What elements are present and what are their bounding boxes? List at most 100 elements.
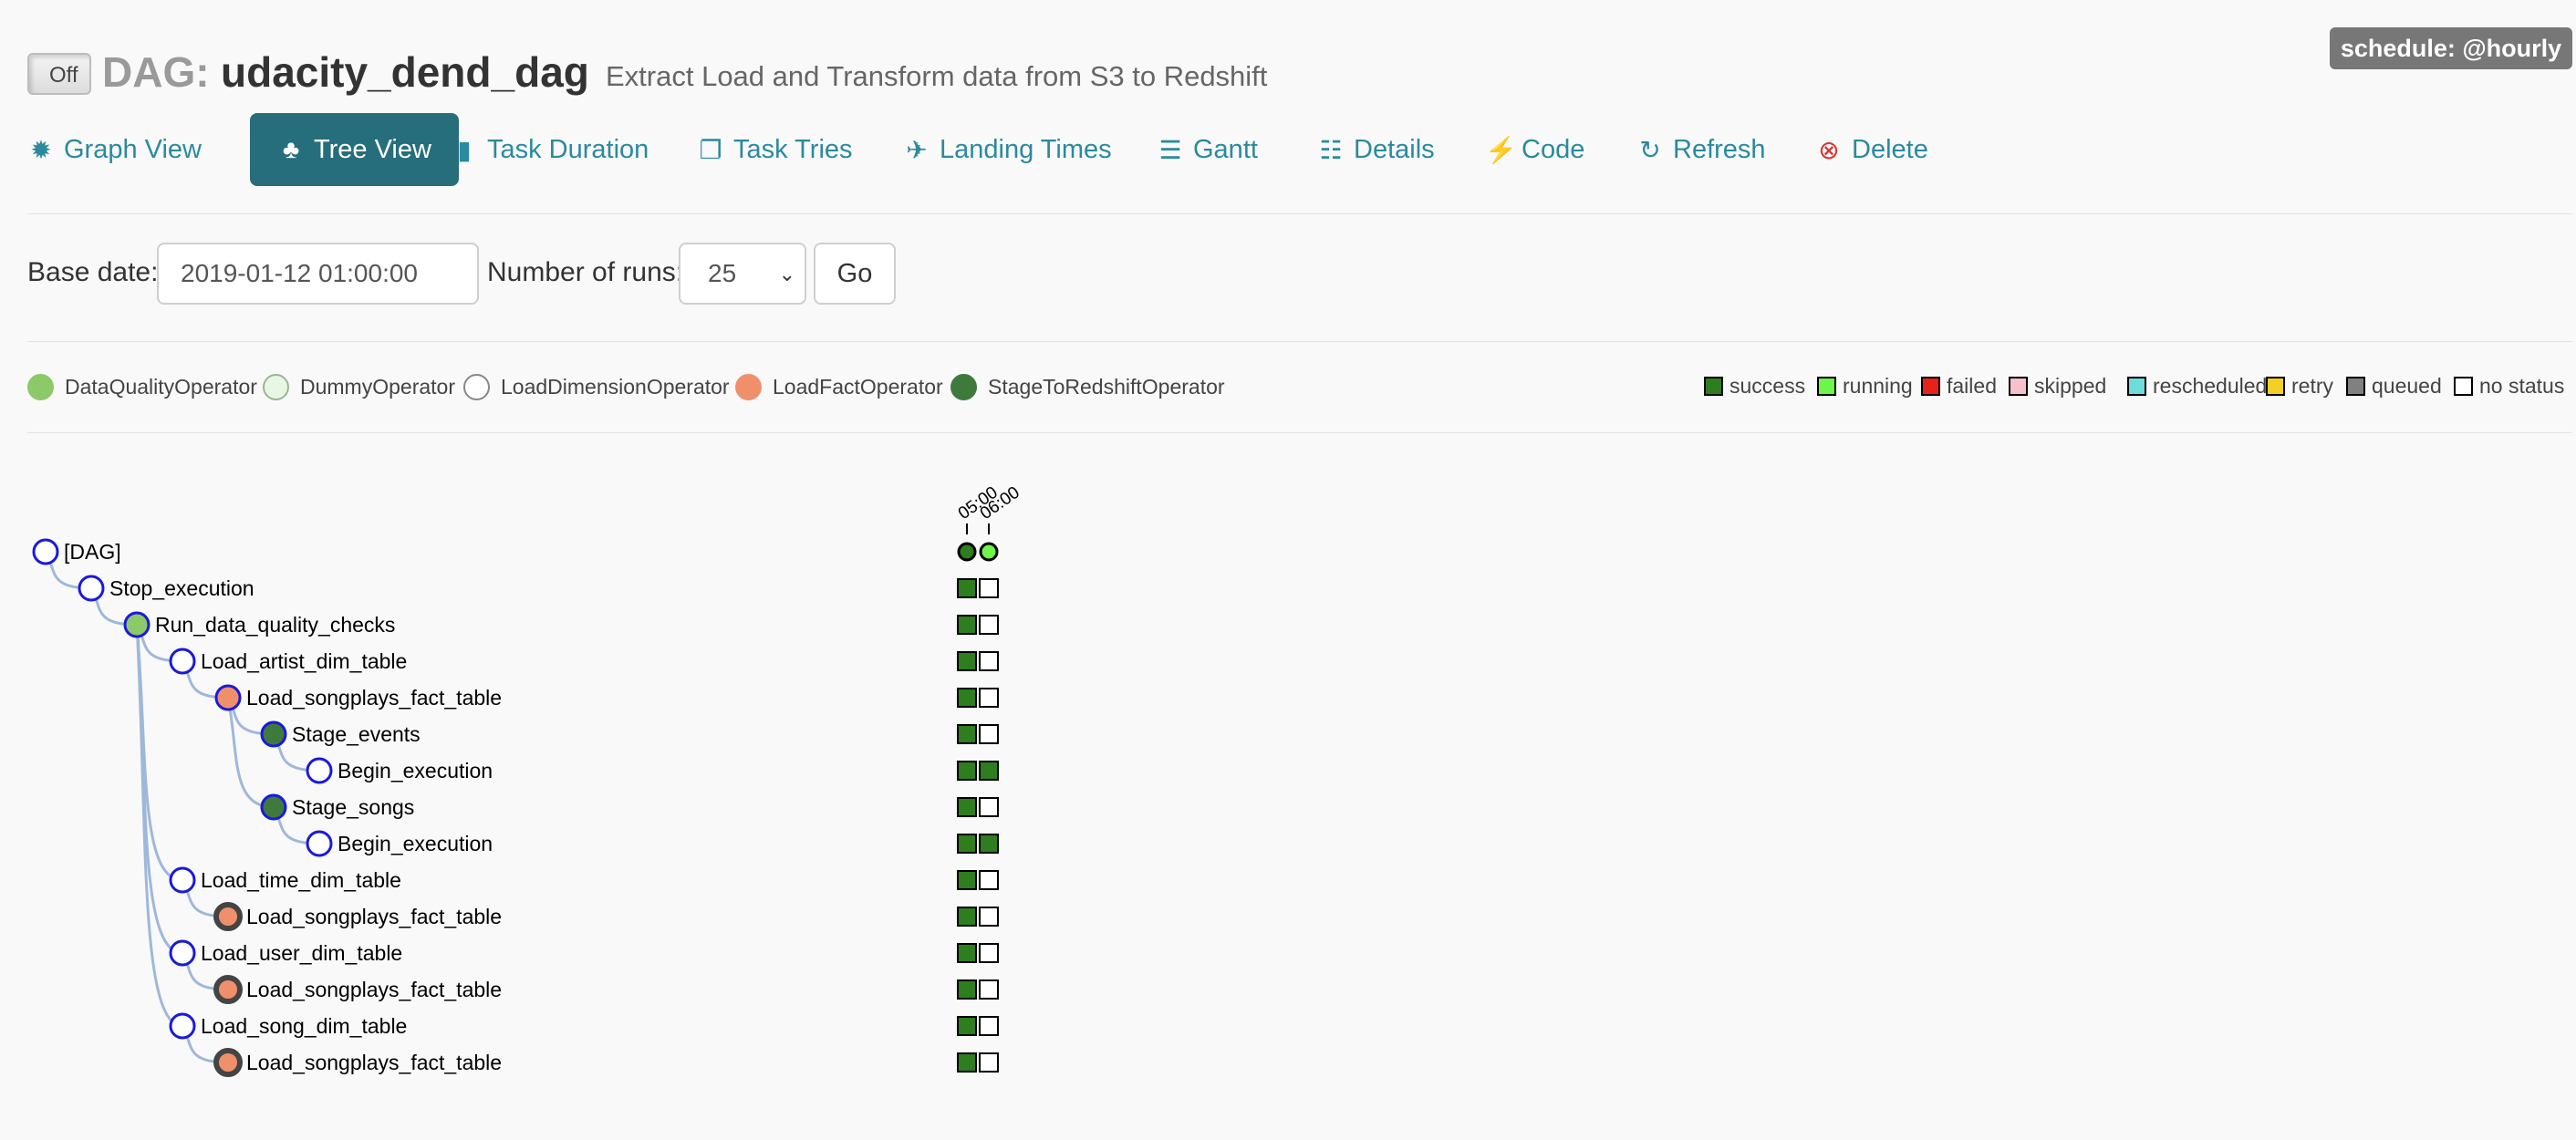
tab-label: Gantt <box>1193 134 1258 164</box>
task-label[interactable]: Stage_songs <box>292 795 414 819</box>
tab-code[interactable]: ⚡ Code <box>1485 113 1584 186</box>
tab-label: Refresh <box>1673 134 1766 164</box>
task-node[interactable] <box>214 684 242 711</box>
task-node[interactable] <box>78 575 105 602</box>
tab-details[interactable]: ☷ Details <box>1317 113 1435 186</box>
tab-refresh[interactable]: ↻ Refresh <box>1636 113 1766 186</box>
task-instance-square[interactable] <box>979 834 999 854</box>
tab-landing-times[interactable]: ✈ Landing Times <box>903 113 1112 186</box>
task-instance-square[interactable] <box>957 761 977 781</box>
task-node[interactable] <box>213 975 243 1004</box>
nav-divider <box>27 213 2572 214</box>
task-node[interactable] <box>213 902 243 931</box>
task-instance-square[interactable] <box>957 834 977 854</box>
task-instance-square[interactable] <box>979 979 999 1000</box>
task-instance-square[interactable] <box>957 1016 977 1036</box>
tab-graph-view[interactable]: ✹ Graph View <box>27 113 202 186</box>
dag-run-circle[interactable] <box>979 542 999 562</box>
task-instance-square[interactable] <box>979 870 999 890</box>
task-node[interactable] <box>169 939 196 967</box>
state-color-swatch <box>2266 376 2285 396</box>
base-date-input[interactable] <box>157 243 479 305</box>
task-instance-square[interactable] <box>957 651 977 671</box>
state-name: queued <box>2372 373 2442 398</box>
schedule-badge: schedule: @hourly <box>2330 27 2572 69</box>
task-node[interactable] <box>260 720 287 748</box>
task-instance-square[interactable] <box>957 615 977 635</box>
task-label[interactable]: [DAG] <box>64 540 121 564</box>
task-instance-square[interactable] <box>957 578 977 598</box>
task-instance-square[interactable] <box>979 907 999 927</box>
dag-run-circle[interactable] <box>957 542 977 562</box>
tab-task-duration[interactable]: ▮ Task Duration <box>451 113 649 186</box>
task-instance-square[interactable] <box>979 761 999 781</box>
task-instance-square[interactable] <box>979 615 999 635</box>
state-name: rescheduled <box>2153 373 2268 398</box>
operator-name: StageToRedshiftOperator <box>988 374 1225 399</box>
operator-name: LoadFactOperator <box>773 374 943 399</box>
tab-label: Task Duration <box>487 134 649 164</box>
task-instance-square[interactable] <box>957 870 977 890</box>
task-label[interactable]: Run_data_quality_checks <box>155 613 395 637</box>
state-color-swatch <box>1817 376 1836 396</box>
operator-color-swatch <box>950 373 977 400</box>
task-label[interactable]: Stop_execution <box>109 576 254 600</box>
task-node[interactable] <box>213 1048 243 1077</box>
task-instance-square[interactable] <box>979 578 999 598</box>
task-instance-square[interactable] <box>957 688 977 708</box>
tab-tree-view[interactable]: ♣ Tree View <box>250 113 459 186</box>
task-instance-square[interactable] <box>979 1052 999 1073</box>
tab-gantt[interactable]: ☰ Gantt <box>1157 113 1258 186</box>
task-label[interactable]: Load_song_dim_table <box>201 1014 407 1038</box>
task-node[interactable] <box>169 648 196 675</box>
number-of-runs-select[interactable]: 25 ⌄ <box>679 243 806 305</box>
tab-delete[interactable]: ⊗ Delete <box>1815 113 1928 186</box>
state-legend-skipped: skipped <box>2009 372 2106 399</box>
task-node[interactable] <box>32 538 59 565</box>
tab-label: Details <box>1354 134 1435 164</box>
task-instance-square[interactable] <box>957 1052 977 1073</box>
airflow-tree-view: Off DAG: udacity_dend_dag Extract Load a… <box>0 0 2576 1140</box>
task-node[interactable] <box>169 1012 196 1040</box>
list-icon: ☷ <box>1319 135 1343 164</box>
bar-chart-icon: ▮ <box>457 135 472 164</box>
task-instance-square[interactable] <box>957 907 977 927</box>
task-label[interactable]: Load_artist_dim_table <box>201 649 407 673</box>
state-name: retry <box>2291 373 2333 398</box>
operator-legend-item: StageToRedshiftOperator <box>950 370 1225 403</box>
task-instance-square[interactable] <box>979 1016 999 1036</box>
dag-pause-toggle[interactable]: Off <box>27 53 91 95</box>
task-instance-square[interactable] <box>979 688 999 708</box>
task-instance-square[interactable] <box>979 943 999 963</box>
task-instance-square[interactable] <box>957 943 977 963</box>
go-button[interactable]: Go <box>814 243 896 305</box>
flash-icon: ⚡ <box>1485 135 1517 164</box>
task-label[interactable]: Load_songplays_fact_table <box>246 686 502 710</box>
task-node[interactable] <box>169 866 196 894</box>
task-node[interactable] <box>123 611 151 638</box>
task-label[interactable]: Stage_events <box>292 722 421 746</box>
task-label[interactable]: Load_songplays_fact_table <box>246 1051 502 1074</box>
toggle-label: Off <box>49 63 78 88</box>
tab-label: Landing Times <box>940 134 1112 164</box>
task-label[interactable]: Load_songplays_fact_table <box>246 978 502 1001</box>
task-node[interactable] <box>306 830 333 857</box>
tab-task-tries[interactable]: ❐ Task Tries <box>697 113 852 186</box>
tab-label: Code <box>1522 134 1585 164</box>
task-node[interactable] <box>260 793 287 821</box>
task-label[interactable]: Load_songplays_fact_table <box>246 905 502 928</box>
operator-color-swatch <box>27 373 54 400</box>
task-instance-square[interactable] <box>957 979 977 1000</box>
task-instance-square[interactable] <box>979 797 999 817</box>
task-node[interactable] <box>306 757 333 784</box>
dag-prefix: DAG: <box>102 48 210 96</box>
task-label[interactable]: Begin_execution <box>338 832 493 855</box>
task-instance-square[interactable] <box>957 797 977 817</box>
task-instance-square[interactable] <box>957 724 977 744</box>
task-instance-square[interactable] <box>979 651 999 671</box>
task-label[interactable]: Load_user_dim_table <box>201 941 402 965</box>
task-label[interactable]: Load_time_dim_table <box>201 868 401 892</box>
runs-value: 25 <box>708 259 737 287</box>
task-label[interactable]: Begin_execution <box>338 759 493 782</box>
task-instance-square[interactable] <box>979 724 999 744</box>
